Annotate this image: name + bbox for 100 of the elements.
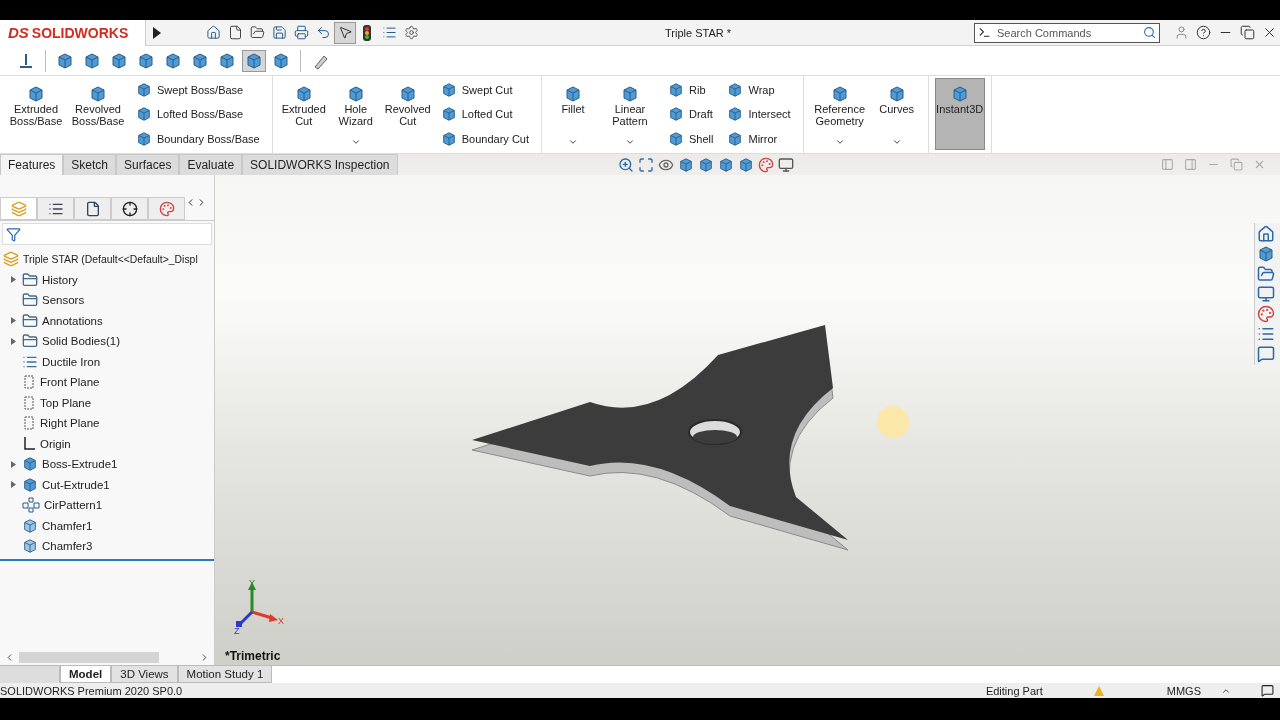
ribbon-button[interactable]: Revolved Cut [382, 78, 433, 150]
pointer-icon[interactable] [334, 21, 356, 44]
tree-item[interactable]: History [42, 273, 78, 286]
cube-icon [22, 456, 38, 473]
tree-item[interactable]: Front Plane [40, 376, 100, 389]
cube-icon [110, 51, 128, 70]
expand-arrow-icon[interactable] [10, 276, 16, 284]
expand-arrow-icon[interactable] [10, 317, 16, 325]
palette-icon[interactable] [757, 156, 774, 173]
view-button[interactable] [242, 49, 266, 72]
ribbon-button[interactable]: Linear Pattern [600, 78, 660, 150]
plane-icon [22, 415, 36, 432]
ribbon-button[interactable]: Lofted Boss/Base [134, 105, 262, 124]
cube-icon [245, 51, 263, 70]
ribbon-button[interactable]: Extruded Boss/Base [6, 78, 66, 150]
ribbon-button[interactable]: Swept Boss/Base [134, 81, 262, 100]
tree-item[interactable]: Origin [40, 437, 71, 450]
tree-item[interactable]: Cut-Extrude1 [42, 478, 110, 491]
expand-arrow-icon[interactable] [10, 337, 16, 345]
cube-icon [137, 51, 155, 70]
tree-item[interactable]: Annotations [42, 314, 103, 327]
light-glow [877, 406, 909, 438]
tree-item[interactable]: Sensors [42, 294, 85, 307]
ribbon-button[interactable]: Revolved Boss/Base [68, 78, 128, 150]
tree-item[interactable]: Triple STAR (Default<<Default>_Displ [23, 253, 198, 265]
palette-icon[interactable] [1257, 305, 1275, 323]
scrollbar-thumb[interactable] [19, 651, 159, 663]
tree-item[interactable]: Right Plane [40, 417, 100, 430]
command-tab[interactable]: Surfaces [116, 154, 180, 175]
search-icon[interactable] [1143, 26, 1156, 39]
cube-icon [717, 156, 734, 173]
tab-scroll-bar[interactable] [0, 666, 60, 683]
config-tab[interactable] [74, 197, 111, 220]
ribbon-button[interactable]: Wrap [725, 81, 793, 100]
expand-arrow-icon[interactable] [10, 460, 16, 468]
ribbon-button[interactable]: Shell [666, 129, 716, 148]
property-tab[interactable] [37, 197, 74, 220]
cube-icon [564, 85, 582, 103]
axis-triad-drawing: Y X Z [234, 578, 284, 636]
ribbon-button[interactable]: Rib [666, 81, 716, 100]
cube-icon [56, 51, 74, 70]
tooltip-icon[interactable] [1261, 684, 1274, 697]
crosshair-icon [121, 200, 138, 217]
ribbon-button[interactable]: Fillet [548, 78, 598, 150]
cube-icon [136, 130, 152, 147]
cube-icon [727, 130, 744, 147]
folder-icon[interactable] [1257, 265, 1275, 283]
zoom-fit-icon[interactable] [637, 156, 654, 173]
zoom-icon[interactable] [617, 156, 634, 173]
tree-item[interactable]: Boss-Extrude1 [42, 458, 118, 471]
folder-icon [22, 292, 38, 309]
list-icon[interactable] [1257, 325, 1275, 343]
ribbon-button[interactable]: Curves [871, 78, 922, 150]
window-title: Triple STAR * [664, 26, 732, 39]
dimxpert-tab[interactable] [111, 197, 148, 220]
search-box[interactable]: Search Commands [974, 22, 1160, 43]
filter-field[interactable] [2, 223, 212, 245]
command-tab[interactable]: Features [0, 154, 64, 175]
palette-icon [158, 200, 175, 217]
tree-item[interactable]: Chamfer1 [42, 519, 93, 532]
ribbon-button[interactable]: Boundary Boss/Base [134, 129, 262, 148]
tree-item[interactable]: Top Plane [40, 396, 92, 409]
folder-icon [22, 312, 38, 329]
monitor-icon[interactable] [777, 156, 794, 173]
ribbon-button[interactable]: Boundary Cut [438, 129, 531, 148]
ribbon-button[interactable]: Lofted Cut [438, 105, 531, 124]
file-icon [84, 200, 101, 217]
model-tab[interactable]: Motion Study 1 [177, 666, 273, 683]
ribbon-button[interactable]: Intersect [725, 105, 793, 124]
ribbon-button[interactable]: Mirror [725, 129, 793, 148]
units-text[interactable]: MMGS [1166, 684, 1201, 697]
cube-icon [398, 85, 417, 103]
cube-icon [697, 156, 714, 173]
cube-icon [346, 85, 365, 103]
appearance-tab[interactable] [148, 197, 185, 220]
tree-item[interactable]: Solid Bodies(1) [42, 335, 120, 348]
chat-icon[interactable] [1257, 345, 1275, 363]
command-tab[interactable]: Evaluate [179, 154, 243, 175]
ribbon-button[interactable]: Reference Geometry [809, 78, 870, 150]
cube-icon [950, 85, 969, 103]
tree-item[interactable]: Chamfer3 [42, 540, 93, 553]
ribbon-button[interactable]: Instant3D [934, 78, 985, 150]
tree-item[interactable]: CirPattern1 [44, 499, 103, 512]
command-tab[interactable]: SOLIDWORKS Inspection [242, 154, 398, 175]
search-field[interactable]: Search Commands [995, 25, 1139, 40]
plane-icon [22, 374, 36, 391]
command-tab[interactable]: Sketch [63, 154, 117, 175]
home-icon[interactable] [1257, 225, 1275, 243]
terminal-icon[interactable] [978, 26, 991, 39]
tree-item[interactable]: Ductile Iron [42, 355, 101, 368]
ribbon-button[interactable]: Swept Cut [438, 81, 531, 100]
ribbon-button[interactable]: Hole Wizard [330, 78, 381, 150]
model-tab[interactable]: Model [60, 666, 112, 683]
origin-icon [22, 435, 36, 452]
ribbon-button[interactable]: Draft [666, 105, 716, 124]
ribbon-button[interactable]: Extruded Cut [278, 78, 329, 150]
monitor-icon[interactable] [1257, 285, 1275, 303]
cube-icon [89, 85, 107, 103]
model-tab[interactable]: 3D Views [111, 666, 178, 683]
expand-arrow-icon[interactable] [10, 481, 16, 489]
